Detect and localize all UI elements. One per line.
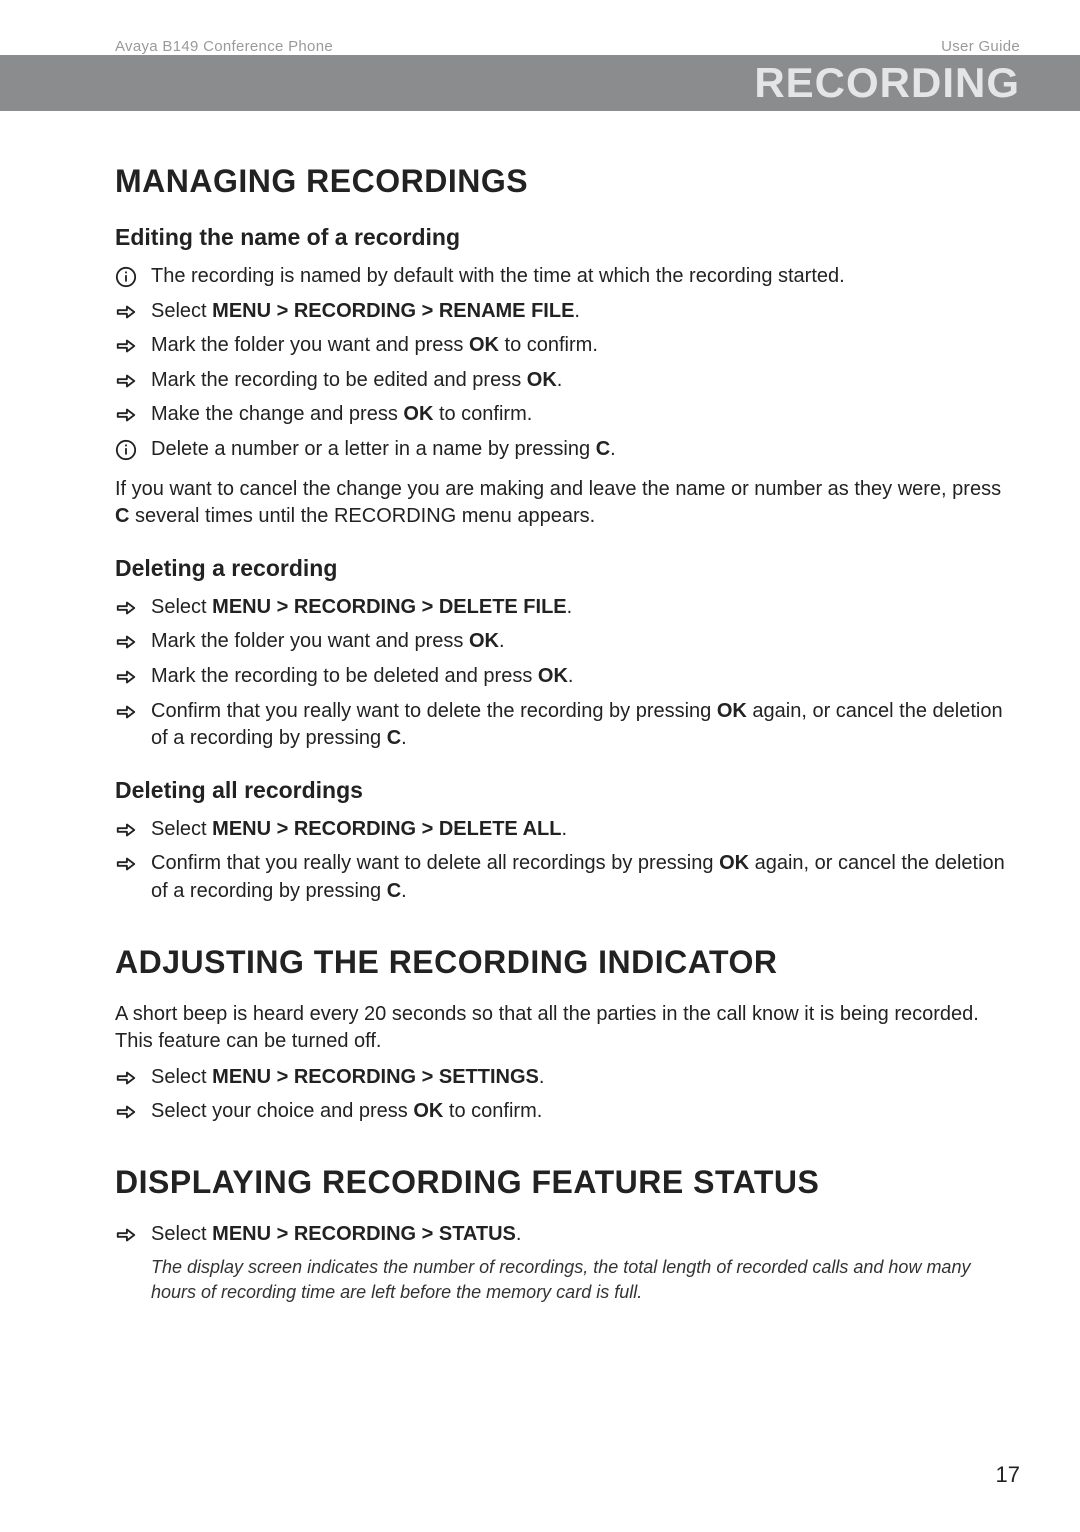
page-number: 17 bbox=[996, 1462, 1020, 1488]
step-item: Confirm that you really want to delete a… bbox=[115, 850, 1020, 905]
arrow-icon bbox=[115, 370, 137, 392]
arrow-icon bbox=[115, 1224, 137, 1246]
text: Mark the recording to be deleted and pre… bbox=[151, 665, 573, 687]
text: Select MENU > RECORDING > DELETE FILE. bbox=[151, 596, 572, 618]
text: Delete a number or a letter in a name by… bbox=[151, 438, 616, 460]
paragraph: If you want to cancel the change you are… bbox=[115, 476, 1020, 531]
italic-note: The display screen indicates the number … bbox=[151, 1255, 1020, 1304]
arrow-icon bbox=[115, 701, 137, 723]
page-content: MANAGING RECORDINGS Editing the name of … bbox=[0, 111, 1080, 1304]
step-item: Confirm that you really want to delete t… bbox=[115, 698, 1020, 753]
text: The recording is named by default with t… bbox=[151, 265, 845, 287]
arrow-icon bbox=[115, 631, 137, 653]
arrow-icon bbox=[115, 335, 137, 357]
steps-editing: The recording is named by default with t… bbox=[115, 263, 1020, 464]
arrow-icon bbox=[115, 1101, 137, 1123]
text: Mark the recording to be edited and pres… bbox=[151, 369, 562, 391]
text: Mark the folder you want and press OK. bbox=[151, 630, 505, 652]
doc-title-left: Avaya B149 Conference Phone bbox=[115, 38, 333, 55]
arrow-icon bbox=[115, 1067, 137, 1089]
text: Select MENU > RECORDING > DELETE ALL. bbox=[151, 818, 567, 840]
section-banner-text: RECORDING bbox=[754, 59, 1020, 107]
step-item: Select MENU > RECORDING > DELETE ALL. bbox=[115, 816, 1020, 844]
arrow-icon bbox=[115, 853, 137, 875]
arrow-icon bbox=[115, 301, 137, 323]
subheading-editing: Editing the name of a recording bbox=[115, 224, 1020, 251]
arrow-icon bbox=[115, 666, 137, 688]
info-item: Delete a number or a letter in a name by… bbox=[115, 436, 1020, 464]
arrow-icon bbox=[115, 404, 137, 426]
heading-managing: MANAGING RECORDINGS bbox=[115, 163, 1020, 200]
text: Mark the folder you want and press OK to… bbox=[151, 334, 598, 356]
step-item: Mark the folder you want and press OK to… bbox=[115, 332, 1020, 360]
section-banner: RECORDING bbox=[0, 55, 1080, 111]
text: Make the change and press OK to confirm. bbox=[151, 403, 532, 425]
step-item: Select MENU > RECORDING > SETTINGS. bbox=[115, 1064, 1020, 1092]
steps-delete: Select MENU > RECORDING > DELETE FILE. M… bbox=[115, 594, 1020, 753]
text: Select MENU > RECORDING > SETTINGS. bbox=[151, 1066, 544, 1088]
subheading-delete-all: Deleting all recordings bbox=[115, 777, 1020, 804]
step-item: Make the change and press OK to confirm. bbox=[115, 401, 1020, 429]
steps-adjusting: Select MENU > RECORDING > SETTINGS. Sele… bbox=[115, 1064, 1020, 1126]
heading-status: DISPLAYING RECORDING FEATURE STATUS bbox=[115, 1164, 1020, 1201]
arrow-icon bbox=[115, 819, 137, 841]
info-icon bbox=[115, 439, 137, 461]
step-item: Select MENU > RECORDING > STATUS. bbox=[115, 1221, 1020, 1249]
subheading-delete: Deleting a recording bbox=[115, 555, 1020, 582]
text: Confirm that you really want to delete t… bbox=[151, 700, 1003, 750]
text: Confirm that you really want to delete a… bbox=[151, 852, 1005, 902]
step-item: Mark the recording to be deleted and pre… bbox=[115, 663, 1020, 691]
step-item: Select your choice and press OK to confi… bbox=[115, 1098, 1020, 1126]
step-item: Mark the recording to be edited and pres… bbox=[115, 367, 1020, 395]
info-icon bbox=[115, 266, 137, 288]
step-item: Select MENU > RECORDING > DELETE FILE. bbox=[115, 594, 1020, 622]
text: Select MENU > RECORDING > STATUS. bbox=[151, 1223, 521, 1245]
paragraph: A short beep is heard every 20 seconds s… bbox=[115, 1001, 1020, 1056]
text: Select MENU > RECORDING > RENAME FILE. bbox=[151, 300, 580, 322]
steps-delete-all: Select MENU > RECORDING > DELETE ALL. Co… bbox=[115, 816, 1020, 906]
heading-adjusting: ADJUSTING THE RECORDING INDICATOR bbox=[115, 944, 1020, 981]
steps-status: Select MENU > RECORDING > STATUS. bbox=[115, 1221, 1020, 1249]
arrow-icon bbox=[115, 597, 137, 619]
step-item: Mark the folder you want and press OK. bbox=[115, 628, 1020, 656]
header-meta: Avaya B149 Conference Phone User Guide bbox=[0, 0, 1080, 55]
doc-title-right: User Guide bbox=[941, 38, 1020, 55]
info-item: The recording is named by default with t… bbox=[115, 263, 1020, 291]
text: Select your choice and press OK to confi… bbox=[151, 1100, 542, 1122]
step-item: Select MENU > RECORDING > RENAME FILE. bbox=[115, 298, 1020, 326]
